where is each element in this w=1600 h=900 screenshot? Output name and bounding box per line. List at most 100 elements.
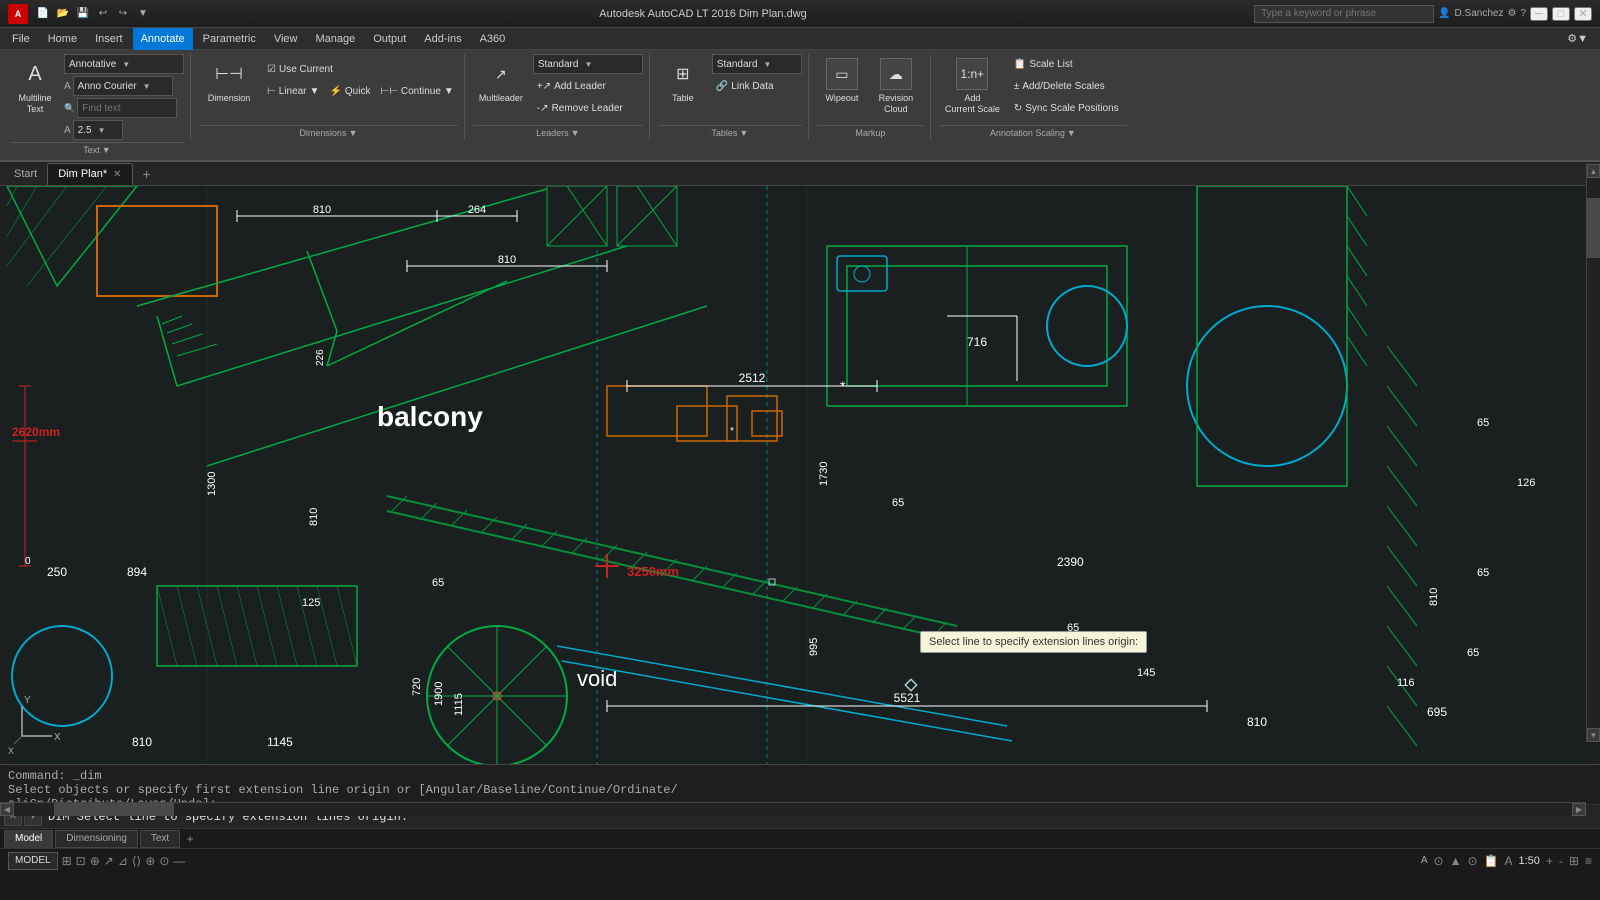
svg-text:3250mm: 3250mm	[627, 564, 679, 579]
full-nav-button[interactable]: ⊞	[1569, 854, 1579, 868]
ortho-toggle[interactable]: ⊕	[90, 854, 100, 868]
table-button[interactable]: ⊞ Table	[658, 54, 708, 108]
vertical-scrollbar[interactable]: ▲ ▼	[1586, 164, 1600, 742]
menu-manage[interactable]: Manage	[307, 28, 363, 50]
drawing-canvas-area[interactable]: balcony void	[0, 186, 1600, 764]
ducs-toggle[interactable]: ⊕	[145, 854, 155, 868]
menu-options[interactable]: ⚙▼	[1559, 28, 1596, 50]
leader-style-dropdown[interactable]: Standard ▼	[533, 54, 643, 74]
add-leader-button[interactable]: +↗ Add Leader	[533, 76, 643, 96]
otrack-toggle[interactable]: ⟨⟩	[132, 854, 141, 868]
dim-plan-tab[interactable]: Dim Plan* ✕	[47, 163, 132, 185]
continue-button[interactable]: ⊢⊢ Continue ▼	[376, 82, 457, 102]
menu-output[interactable]: Output	[365, 28, 414, 50]
sync-scale-positions-button[interactable]: ↻ Sync Scale Positions	[1010, 98, 1123, 118]
save-file-button[interactable]: 💾	[74, 5, 92, 23]
help-icon[interactable]: ?	[1520, 8, 1526, 19]
find-text-input[interactable]	[77, 98, 177, 118]
dimensioning-tab[interactable]: Dimensioning	[55, 830, 138, 848]
close-button[interactable]: ✕	[1574, 7, 1592, 21]
leaders-group-label[interactable]: Leaders ▼	[473, 125, 643, 140]
zoom-in-button[interactable]: +	[1546, 854, 1553, 868]
undo-button[interactable]: ↩	[94, 5, 112, 23]
polar-toggle[interactable]: ↗	[104, 854, 114, 868]
menu-a360[interactable]: A360	[472, 28, 514, 50]
markup-group-label[interactable]: Markup	[817, 125, 924, 140]
text-style-dropdown[interactable]: Annotative ▼	[64, 54, 184, 74]
snap-toggle[interactable]: ⊡	[76, 854, 86, 868]
qa-dropdown-button[interactable]: ▼	[134, 5, 152, 23]
dimension-button[interactable]: ⊢⊣ Dimension	[199, 54, 259, 108]
horizontal-scrollbar[interactable]: ◀ ▶	[0, 802, 1586, 816]
use-current-button[interactable]: ☑ Use Current	[263, 60, 458, 80]
font-value: Anno Courier	[78, 81, 137, 92]
open-file-button[interactable]: 📂	[54, 5, 72, 23]
menu-home[interactable]: Home	[40, 28, 85, 50]
font-icon: A	[64, 81, 71, 92]
close-tab-button[interactable]: ✕	[113, 169, 121, 180]
zoom-out-button[interactable]: -	[1559, 854, 1563, 868]
revision-cloud-button[interactable]: ☁ RevisionCloud	[871, 54, 921, 119]
add-layout-button[interactable]: +	[182, 831, 198, 847]
dyn-toggle[interactable]: ⊙	[159, 854, 169, 868]
minimize-button[interactable]: ─	[1530, 7, 1548, 21]
hscroll-left-button[interactable]: ◀	[0, 803, 14, 816]
workspace-icon[interactable]: ⊙	[1467, 854, 1477, 868]
text-size-dropdown[interactable]: 2.5 ▼	[73, 120, 123, 140]
multileader-label: Multileader	[479, 93, 523, 104]
menu-insert[interactable]: Insert	[87, 28, 131, 50]
quick-button[interactable]: ⚡ Quick	[325, 82, 374, 102]
annotation-scaling-group-label[interactable]: Annotation Scaling ▼	[939, 125, 1127, 140]
table-style-dropdown[interactable]: Standard ▼	[712, 54, 802, 74]
multileader-button[interactable]: ↗ Multileader	[473, 54, 529, 108]
multiline-text-button[interactable]: A MultilineText	[10, 54, 60, 119]
model-button[interactable]: MODEL	[8, 852, 58, 870]
linear-button[interactable]: ⊢ Linear ▼	[263, 82, 323, 102]
new-file-button[interactable]: 📄	[34, 5, 52, 23]
scroll-up-button[interactable]: ▲	[1587, 164, 1600, 178]
text-tab[interactable]: Text	[140, 830, 180, 848]
remove-leader-button[interactable]: -↗ Remove Leader	[533, 98, 643, 118]
menu-parametric[interactable]: Parametric	[195, 28, 264, 50]
wipeout-button[interactable]: ▭ Wipeout	[817, 54, 867, 108]
model-tab[interactable]: Model	[4, 830, 53, 848]
grid-toggle[interactable]: ⊞	[62, 854, 72, 868]
svg-text:65: 65	[1477, 567, 1489, 579]
scroll-track[interactable]	[1587, 178, 1600, 728]
toolbar-icon2[interactable]: A	[1504, 854, 1512, 868]
redo-button[interactable]: ↪	[114, 5, 132, 23]
hscroll-track[interactable]	[14, 803, 1572, 816]
tables-group-label[interactable]: Tables ▼	[658, 125, 802, 140]
svg-text:810: 810	[1428, 588, 1440, 606]
font-dropdown[interactable]: Anno Courier ▼	[73, 76, 173, 96]
hscroll-right-button[interactable]: ▶	[1572, 803, 1586, 816]
menu-annotate[interactable]: Annotate	[133, 28, 193, 50]
text-group-label[interactable]: Text ▼	[10, 142, 184, 157]
search-input[interactable]	[1254, 5, 1434, 23]
annotation-visibility[interactable]: ⊙	[1434, 854, 1444, 868]
maximize-button[interactable]: □	[1552, 7, 1570, 21]
scale-list-button[interactable]: 📋 Scale List	[1010, 54, 1123, 74]
add-current-scale-button[interactable]: 1:n+ AddCurrent Scale	[939, 54, 1006, 119]
menu-file[interactable]: File	[4, 28, 38, 50]
menu-addins[interactable]: Add-ins	[416, 28, 469, 50]
scroll-down-button[interactable]: ▼	[1587, 728, 1600, 742]
start-tab[interactable]: Start	[4, 163, 47, 185]
settings-icon[interactable]: ⚙	[1507, 8, 1516, 19]
toolbar-icon1[interactable]: 📋	[1484, 854, 1499, 868]
svg-text:65: 65	[1067, 622, 1079, 634]
lweight-toggle[interactable]: —	[173, 854, 185, 868]
hscroll-thumb[interactable]	[54, 803, 174, 816]
dimensions-group-label[interactable]: Dimensions ▼	[199, 125, 458, 140]
scale-display[interactable]: 1:50	[1518, 855, 1539, 867]
annotation-scale-icon[interactable]: ▲	[1450, 854, 1462, 868]
menu-view[interactable]: View	[266, 28, 306, 50]
scroll-thumb[interactable]	[1587, 198, 1600, 258]
svg-text:250: 250	[47, 565, 67, 579]
link-data-button[interactable]: 🔗 Link Data	[712, 76, 802, 96]
add-delete-scales-button[interactable]: ± Add/Delete Scales	[1010, 76, 1123, 96]
osnap-toggle[interactable]: ⊿	[118, 854, 128, 868]
new-tab-button[interactable]: +	[137, 164, 157, 184]
command-line-output: Command: _dim Select objects or specify …	[0, 765, 1600, 804]
statusbar-options[interactable]: ≡	[1585, 854, 1592, 868]
